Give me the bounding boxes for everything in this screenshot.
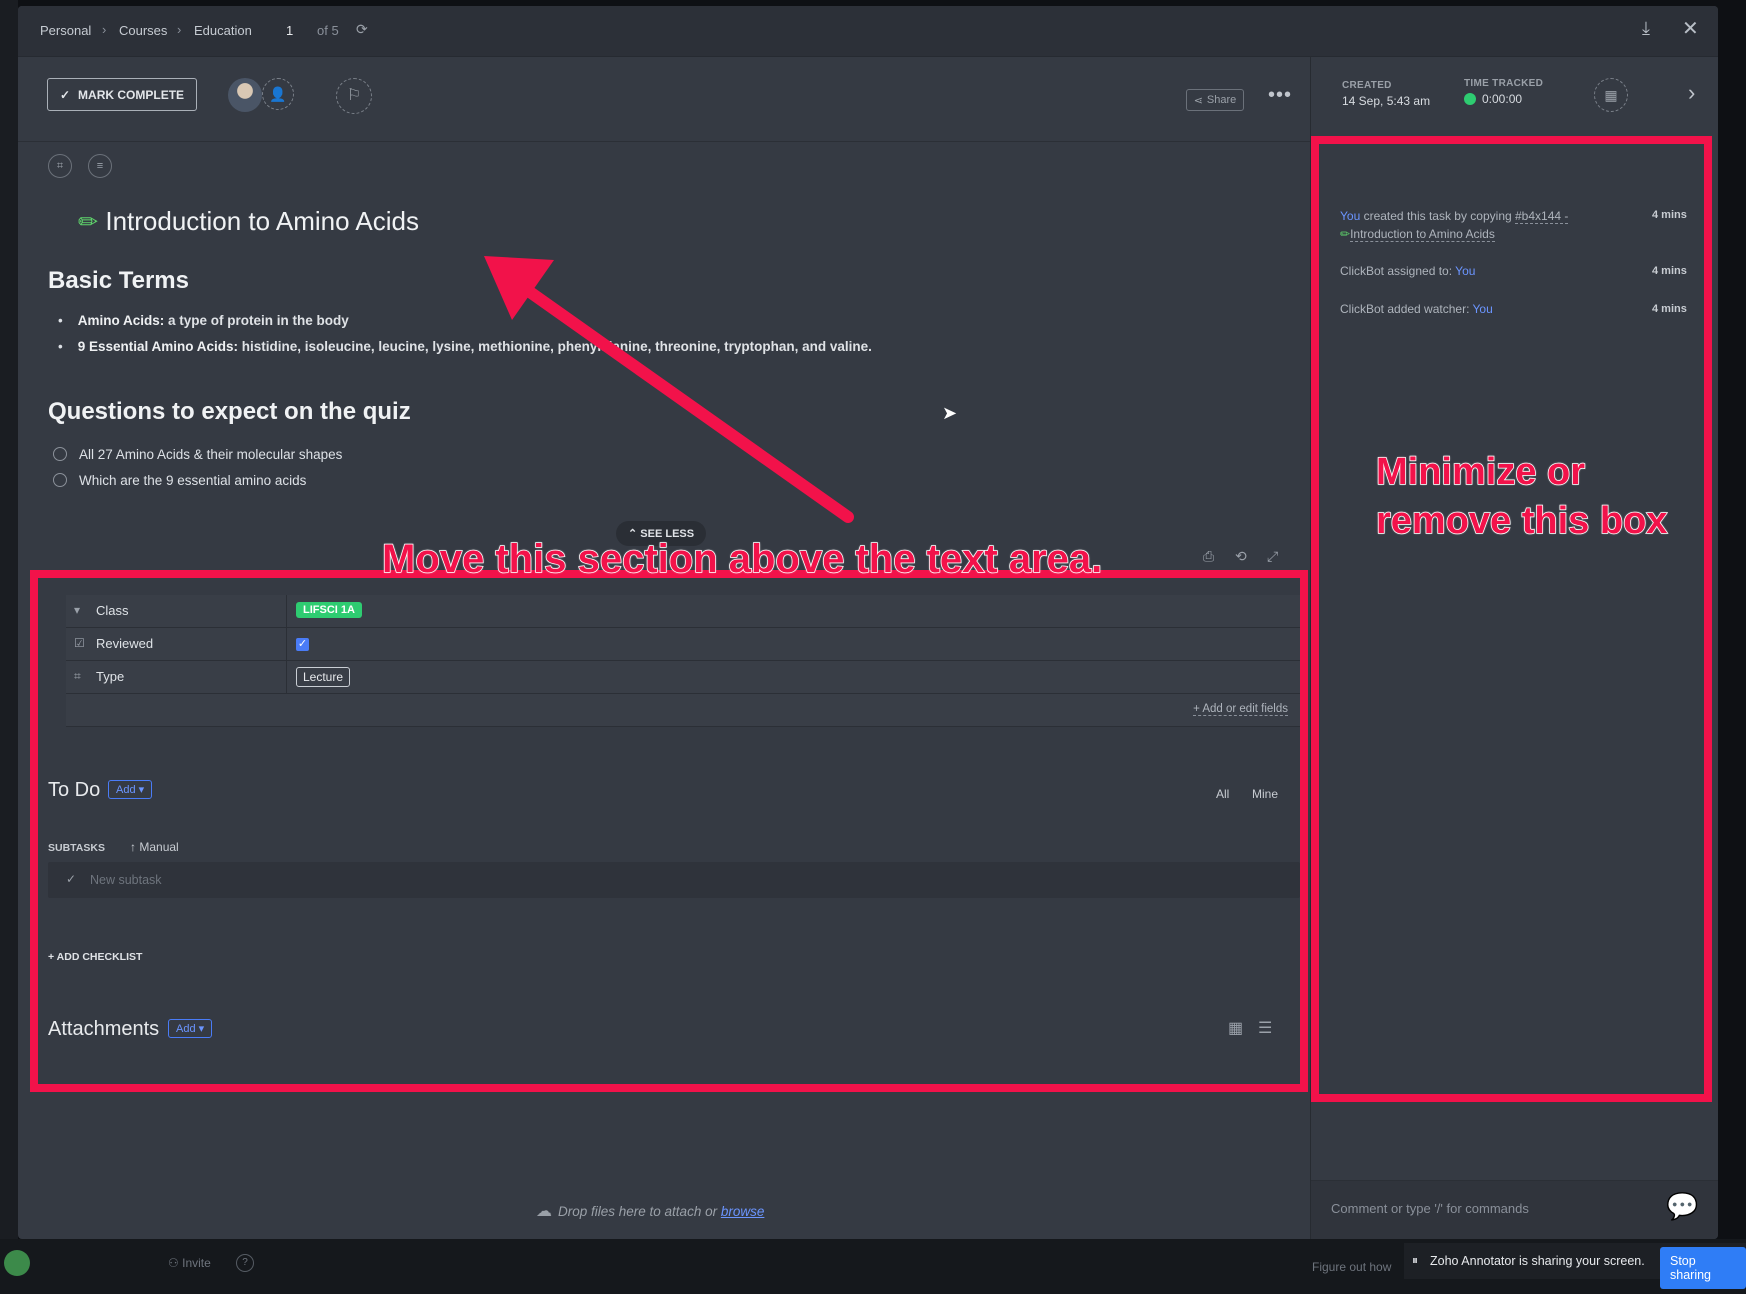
figure-out-text: Figure out how <box>1312 1260 1392 1274</box>
invite-button[interactable]: ⚇ Invite <box>168 1256 211 1270</box>
annotation-arrow-shaft <box>514 279 854 523</box>
stop-sharing-button[interactable]: Stop sharing <box>1660 1247 1746 1289</box>
sharing-text: Zoho Annotator is sharing your screen. <box>1430 1254 1645 1268</box>
annotation-minimize-line1: Minimize or <box>1375 450 1586 494</box>
mouse-cursor-icon: ➤ <box>942 403 958 423</box>
add-user-icon: ⚇ <box>168 1256 179 1270</box>
annotation-minimize-line2: remove this box <box>1375 499 1668 543</box>
annotation-move-text: Move this section above the text area. <box>381 536 1103 582</box>
pause-icon[interactable]: ⏸ <box>1412 1253 1418 1268</box>
user-avatar[interactable] <box>4 1250 30 1276</box>
screen-share-banner: ⏸ Zoho Annotator is sharing your screen.… <box>1404 1243 1746 1289</box>
annotation-arrow <box>484 256 854 523</box>
annotation-arrow-head <box>484 256 554 320</box>
invite-label: Invite <box>182 1256 211 1270</box>
help-icon[interactable]: ? <box>236 1254 254 1272</box>
